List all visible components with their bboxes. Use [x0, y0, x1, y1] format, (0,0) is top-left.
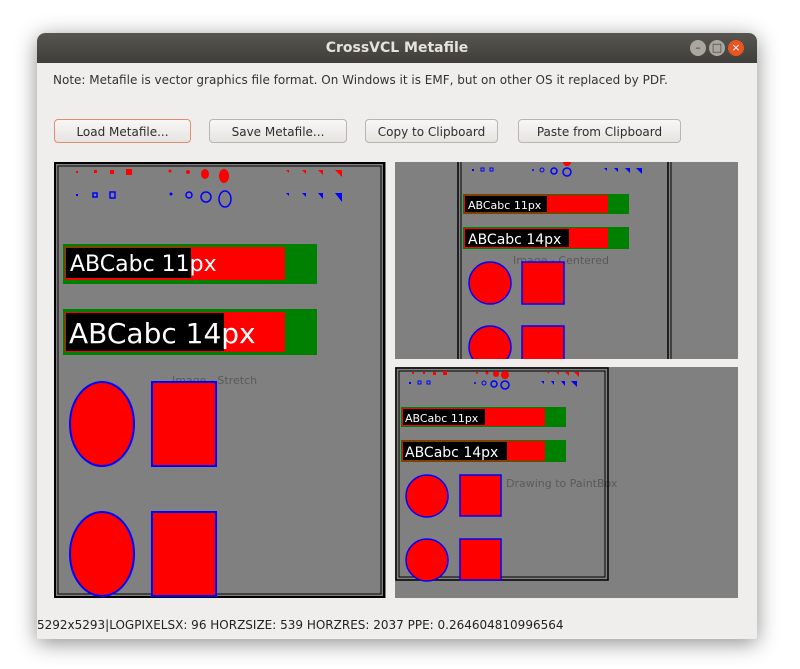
status-bar: 5292x5293|LOGPIXELSX: 96 HORZSIZE: 539 H… — [37, 618, 564, 632]
paintbox-text-large: ABCabc 14px — [405, 445, 498, 461]
centered-drawing: ABCabc 11px ABCabc 14px — [457, 162, 672, 359]
maximize-icon[interactable]: □ — [709, 40, 725, 56]
window-title: CrossVCL Metafile — [325, 40, 469, 56]
paintbox-panel: Drawing to PaintBox ABCabc 11px ABCabc 1… — [395, 367, 738, 598]
text-large-label: ABCabc 14px — [69, 317, 256, 350]
main-window: CrossVCL Metafile – □ × Note: Metafile i… — [37, 33, 757, 639]
centered-text-small: ABCabc 11px — [468, 199, 542, 212]
paintbox-text-small: ABCabc 11px — [405, 412, 479, 425]
paintbox-drawing: ABCabc 11px ABCabc 14px — [395, 367, 609, 582]
note-text: Note: Metafile is vector graphics file f… — [53, 73, 668, 87]
minimize-icon[interactable]: – — [690, 40, 706, 56]
paste-from-clipboard-button[interactable]: Paste from Clipboard — [518, 119, 681, 143]
small-shapes-row — [76, 169, 342, 208]
title-bar[interactable]: CrossVCL Metafile – □ × — [37, 33, 757, 63]
centered-text-large: ABCabc 14px — [468, 232, 561, 248]
stretch-drawing: ABCabc 11px ABCabc 14px — [54, 162, 385, 598]
text-14px-sample: ABCabc 14px — [63, 309, 317, 355]
image-centered-panel: Image - Centered ABCabc 11px ABCabc 14px — [395, 162, 738, 359]
image-stretch-panel: Image - Stretch ABCabc 11px ABCabc 14px — [54, 162, 386, 598]
load-metafile-button[interactable]: Load Metafile... — [54, 119, 191, 143]
close-icon[interactable]: × — [728, 40, 744, 56]
text-11px-sample: ABCabc 11px — [63, 244, 317, 284]
copy-to-clipboard-button[interactable]: Copy to Clipboard — [365, 119, 498, 143]
save-metafile-button[interactable]: Save Metafile... — [209, 119, 347, 143]
text-small-label: ABCabc 11px — [70, 252, 217, 277]
